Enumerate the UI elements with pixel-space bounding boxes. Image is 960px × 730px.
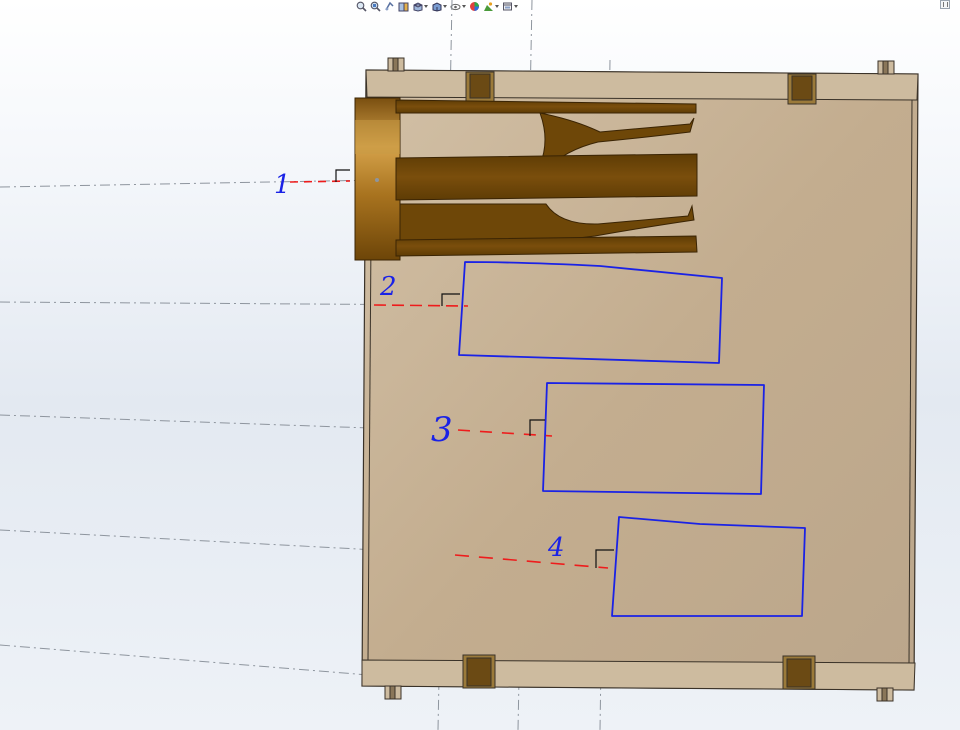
annotation-3: 3 [431,410,453,450]
annotation-1: 1 [274,170,291,200]
graphics-viewport[interactable]: 1 2 3 4 [0,0,960,730]
annotation-2: 2 [379,272,397,302]
annotation-4: 4 [547,533,565,563]
